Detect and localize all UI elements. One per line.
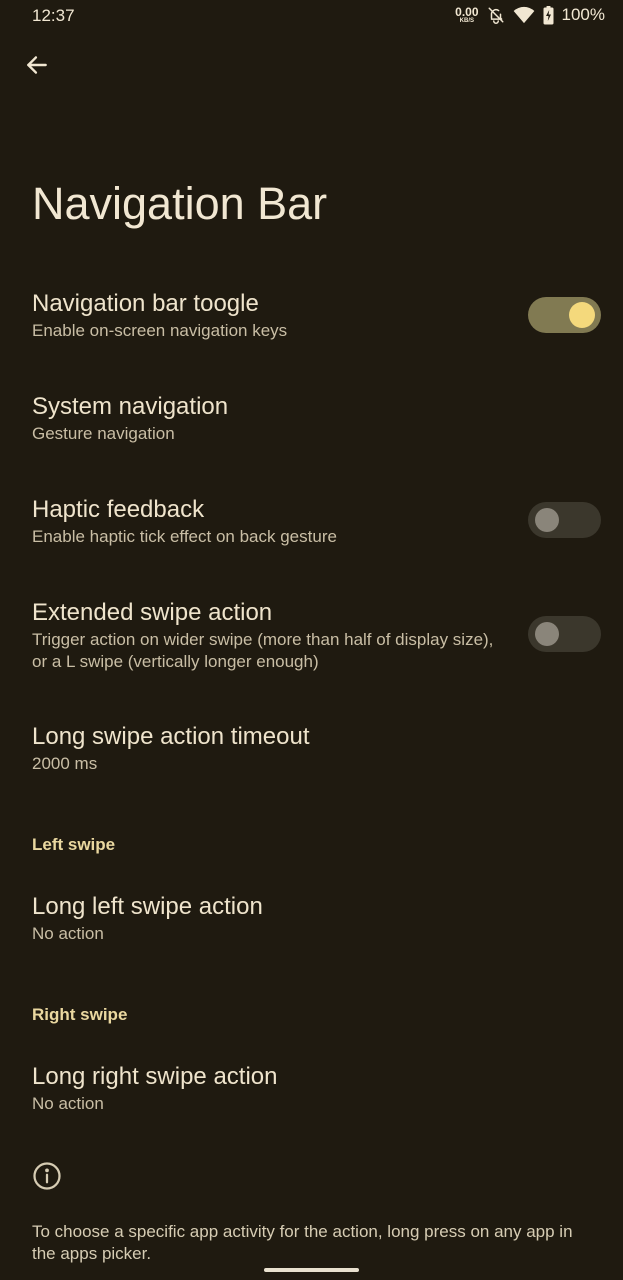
haptic-feedback-switch[interactable] [528,502,601,538]
extended-swipe-switch[interactable] [528,616,601,652]
battery-icon [543,5,554,25]
net-speed-value: 0.00 [455,5,479,19]
pref-system-navigation[interactable]: System navigation Gesture navigation [32,392,502,445]
arrow-left-icon [24,52,50,78]
pref-summary: Enable haptic tick effect on back gestur… [32,527,337,546]
battery-percentage: 100% [561,5,605,24]
net-speed-indicator: 0.00 KB/S [455,6,478,24]
footer-note: To choose a specific app activity for th… [32,1222,573,1263]
pref-long-left-swipe-action[interactable]: Long left swipe action No action [32,892,502,945]
status-icons: 0.00 KB/S 100% [455,5,605,25]
navigation-bar-switch[interactable] [528,297,601,333]
pref-title: Long right swipe action [32,1063,278,1090]
net-speed-unit: KB/S [459,18,474,24]
pref-haptic-feedback[interactable]: Haptic feedback Enable haptic tick effec… [32,495,502,548]
pref-long-swipe-timeout[interactable]: Long swipe action timeout 2000 ms [32,722,502,775]
pref-summary: Enable on-screen navigation keys [32,321,288,340]
notifications-off-icon [487,5,505,25]
back-button[interactable] [22,50,52,80]
pref-summary: No action [32,1094,104,1113]
pref-summary: 2000 ms [32,754,98,773]
wifi-icon [513,6,535,24]
switch-thumb [535,508,559,532]
pref-title: Long swipe action timeout [32,723,310,750]
section-header-left-swipe: Left swipe [32,835,116,854]
pref-long-right-swipe-action[interactable]: Long right swipe action No action [32,1062,502,1115]
switch-thumb [569,302,595,328]
pref-summary: No action [32,924,104,943]
info-icon [32,1161,62,1191]
pref-title: Haptic feedback [32,496,205,523]
pref-title: Extended swipe action [32,599,273,626]
page-title: Navigation Bar [32,178,328,229]
pref-title: Navigation bar toogle [32,290,259,317]
status-bar: 12:37 0.00 KB/S 100% [0,0,623,32]
section-header-right-swipe: Right swipe [32,1005,128,1024]
pref-extended-swipe-action[interactable]: Extended swipe action Trigger action on … [32,598,502,673]
pref-summary: Trigger action on wider swipe (more than… [32,630,494,671]
gesture-navigation-handle[interactable] [264,1268,359,1272]
pref-summary: Gesture navigation [32,424,175,443]
status-time: 12:37 [32,6,75,25]
switch-thumb [535,622,559,646]
pref-navigation-bar-toggle[interactable]: Navigation bar toogle Enable on-screen n… [32,289,502,342]
pref-title: Long left swipe action [32,893,263,920]
pref-title: System navigation [32,393,229,420]
